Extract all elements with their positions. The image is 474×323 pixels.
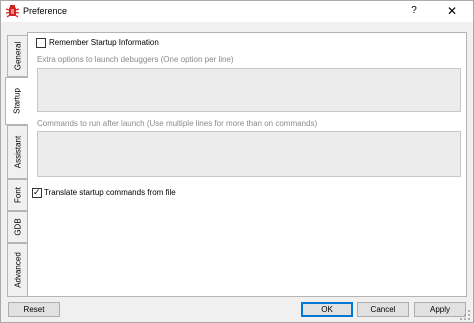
tab-advanced[interactable]: Advanced <box>7 243 27 297</box>
checkmark-icon: ✓ <box>33 187 41 197</box>
tab-general-label: General <box>13 41 22 71</box>
reset-button[interactable]: Reset <box>8 302 60 317</box>
tab-general[interactable]: General <box>7 35 27 77</box>
remember-startup-checkbox[interactable] <box>36 38 46 48</box>
tab-gdb-label: GDB <box>13 218 22 236</box>
ok-button[interactable]: OK <box>301 302 353 317</box>
translate-commands-checkbox[interactable]: ✓ <box>32 187 42 198</box>
help-button[interactable]: ? <box>405 4 423 18</box>
close-button[interactable]: ✕ <box>442 4 462 18</box>
title-bar: Preference ? ✕ <box>1 1 473 22</box>
dialog-content: General Startup Assistant Font GDB Advan… <box>1 22 473 322</box>
remember-startup-label: Remember Startup Information <box>49 38 159 47</box>
commands-textarea[interactable] <box>37 131 461 177</box>
extra-options-textarea[interactable] <box>37 68 461 112</box>
preference-dialog: Preference ? ✕ General Startup Assistant… <box>0 0 474 323</box>
resize-grip-icon[interactable] <box>459 309 471 321</box>
tab-assistant-label: Assistant <box>13 135 22 169</box>
translate-commands-label: Translate startup commands from file <box>44 188 176 197</box>
tab-gdb[interactable]: GDB <box>7 211 27 243</box>
startup-panel: Remember Startup Information Extra optio… <box>27 32 467 297</box>
extra-options-label: Extra options to launch debuggers (One o… <box>37 55 234 64</box>
tab-assistant[interactable]: Assistant <box>7 125 27 179</box>
cancel-button[interactable]: Cancel <box>357 302 409 317</box>
commands-label: Commands to run after launch (Use multip… <box>37 119 318 128</box>
bug-icon <box>6 5 19 18</box>
window-title: Preference <box>23 6 68 16</box>
tab-advanced-label: Advanced <box>13 252 22 288</box>
tab-startup[interactable]: Startup <box>5 77 28 125</box>
tab-font[interactable]: Font <box>7 179 27 211</box>
tab-font-label: Font <box>13 186 22 204</box>
tab-startup-label: Startup <box>12 88 22 114</box>
